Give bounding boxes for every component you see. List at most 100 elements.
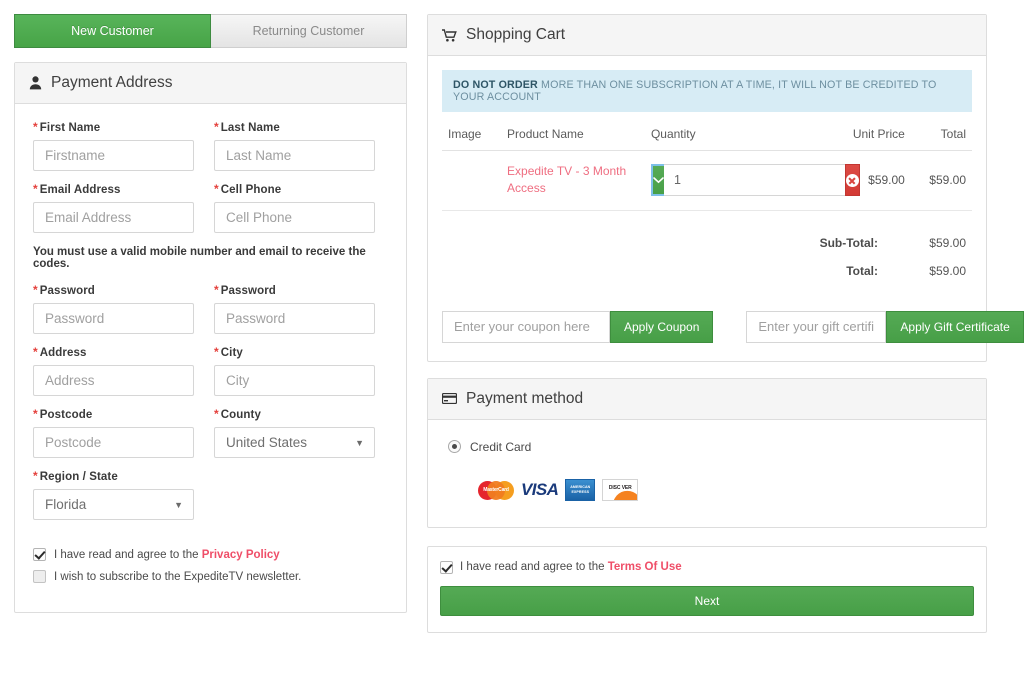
visa-logo: VISA — [521, 480, 559, 500]
apply-coupon-button[interactable]: Apply Coupon — [610, 310, 714, 343]
total-row: Total: $59.00 — [442, 257, 972, 285]
customer-type-tabs: New Customer Returning Customer — [14, 14, 407, 48]
address-input[interactable] — [33, 365, 194, 396]
cart-totals: Sub-Total: $59.00 Total: $59.00 — [442, 229, 972, 285]
coupon-group: Apply Coupon — [442, 310, 714, 343]
credit-card-icon — [442, 393, 457, 405]
gift-certificate-input[interactable] — [746, 310, 887, 343]
postcode-input[interactable] — [33, 427, 194, 458]
cart-warning-alert: DO NOT ORDER MORE THAN ONE SUBSCRIPTION … — [442, 70, 972, 112]
amex-logo: AMERICAN EXPRESS — [565, 478, 596, 501]
field-group-postcode: * Postcode — [33, 407, 194, 458]
county-select[interactable]: United States ▼ — [214, 427, 375, 458]
checkout-page: New Customer Returning Customer Payment … — [0, 0, 1024, 698]
required-marker: * — [214, 283, 219, 297]
cart-col-quantity: Quantity — [644, 118, 819, 151]
left-column: New Customer Returning Customer Payment … — [14, 14, 407, 613]
label-postcode-text: Postcode — [39, 409, 93, 421]
email-input[interactable] — [33, 202, 194, 233]
cart-cell-image — [442, 150, 502, 211]
chevron-down-icon: ▼ — [355, 437, 364, 448]
payment-address-panel: Payment Address *First Name *Last Name — [14, 62, 407, 613]
cart-cell-quantity — [644, 150, 860, 211]
payment-method-header: Payment method — [428, 378, 986, 420]
terms-of-use-checkbox[interactable] — [440, 560, 453, 574]
user-icon — [29, 76, 42, 90]
cart-col-unit-price: Unit Price — [818, 118, 911, 151]
city-input[interactable] — [214, 365, 375, 396]
field-group-cell-phone: * Cell Phone — [214, 182, 375, 233]
tab-returning-customer[interactable]: Returning Customer — [211, 14, 407, 48]
cart-table-head: Image Product Name Quantity Unit Price T… — [442, 118, 972, 151]
label-email: * Email Address — [33, 182, 194, 196]
newsletter-checkbox[interactable] — [33, 570, 46, 583]
field-group-password-confirm: * Password — [214, 283, 375, 334]
discover-logo-text: DISC VER — [608, 484, 632, 491]
cart-table: Image Product Name Quantity Unit Price T… — [442, 118, 972, 211]
region-state-select[interactable]: Florida ▼ — [33, 489, 194, 520]
label-first-name: * First Name — [33, 120, 194, 134]
region-state-select-value: Florida — [45, 497, 87, 512]
required-marker: * — [33, 182, 38, 196]
label-cell-phone: * Cell Phone — [214, 182, 375, 196]
cart-header-row: Image Product Name Quantity Unit Price T… — [442, 118, 972, 151]
remove-circle-icon — [845, 173, 859, 187]
password-confirm-input[interactable] — [214, 303, 375, 334]
field-group-county: * County United States ▼ — [214, 407, 375, 458]
terms-of-use-text: I have read and agree to the — [460, 561, 608, 574]
field-row-address: *Address *City — [33, 345, 388, 407]
newsletter-label: I wish to subscribe to the ExpediteTV ne… — [54, 570, 302, 583]
password-input[interactable] — [33, 303, 194, 334]
coupon-input[interactable] — [442, 310, 610, 343]
label-last-name: * Last Name — [214, 120, 375, 134]
payment-method-body: Credit Card MasterCard VISA AMERICAN EXP… — [428, 420, 986, 527]
quantity-input[interactable] — [663, 164, 845, 197]
terms-of-use-link[interactable]: Terms Of Use — [608, 561, 682, 573]
label-password: * Password — [33, 283, 194, 297]
shopping-cart-title: Shopping Cart — [466, 26, 566, 43]
remove-item-button[interactable] — [844, 164, 860, 197]
next-button[interactable]: Next — [440, 585, 974, 616]
privacy-policy-text: I have read and agree to the — [54, 548, 202, 561]
apply-gift-certificate-button[interactable]: Apply Gift Certificate — [886, 310, 1024, 343]
subtotal-row: Sub-Total: $59.00 — [442, 229, 972, 257]
required-marker: * — [214, 120, 219, 134]
cart-warning-bold: DO NOT ORDER — [453, 79, 538, 91]
required-marker: * — [33, 469, 38, 483]
required-marker: * — [214, 345, 219, 359]
label-region-state-text: Region / State — [39, 471, 118, 483]
required-marker: * — [33, 283, 38, 297]
total-label: Total: — [846, 263, 878, 278]
cell-phone-input[interactable] — [214, 202, 375, 233]
shopping-cart-header: Shopping Cart — [428, 15, 986, 56]
shopping-cart-body: DO NOT ORDER MORE THAN ONE SUBSCRIPTION … — [428, 70, 1024, 361]
privacy-policy-consent-row: I have read and agree to the Privacy Pol… — [33, 548, 388, 561]
shopping-cart-panel: Shopping Cart DO NOT ORDER MORE THAN ONE… — [427, 14, 1024, 362]
required-marker: * — [214, 407, 219, 421]
product-name-link[interactable]: Expedite TV - 3 Month Access — [507, 163, 639, 198]
privacy-policy-link[interactable]: Privacy Policy — [202, 549, 280, 561]
first-name-input[interactable] — [33, 140, 194, 171]
required-marker: * — [33, 345, 38, 359]
tab-returning-customer-label: Returning Customer — [252, 24, 365, 38]
label-last-name-text: Last Name — [220, 122, 280, 134]
field-group-city: * City — [214, 345, 375, 396]
credit-card-option-row[interactable]: Credit Card — [444, 432, 970, 454]
last-name-input[interactable] — [214, 140, 375, 171]
chevron-down-icon[interactable] — [650, 164, 664, 197]
privacy-policy-label: I have read and agree to the Privacy Pol… — [54, 549, 280, 561]
tab-new-customer[interactable]: New Customer — [14, 14, 211, 48]
label-email-text: Email Address — [39, 184, 121, 196]
privacy-policy-checkbox[interactable] — [33, 548, 46, 561]
credit-card-radio[interactable] — [448, 440, 461, 454]
required-marker: * — [33, 407, 38, 421]
subtotal-label: Sub-Total: — [819, 235, 878, 250]
label-county-text: County — [220, 409, 261, 421]
payment-method-title: Payment method — [466, 389, 584, 407]
label-county: * County — [214, 407, 375, 421]
required-marker: * — [214, 182, 219, 196]
discover-logo: DISC VER — [602, 478, 639, 501]
chevron-down-icon: ▼ — [174, 499, 183, 510]
field-row-region: * Region / State Florida ▼ — [33, 469, 388, 531]
label-first-name-text: First Name — [39, 122, 101, 134]
